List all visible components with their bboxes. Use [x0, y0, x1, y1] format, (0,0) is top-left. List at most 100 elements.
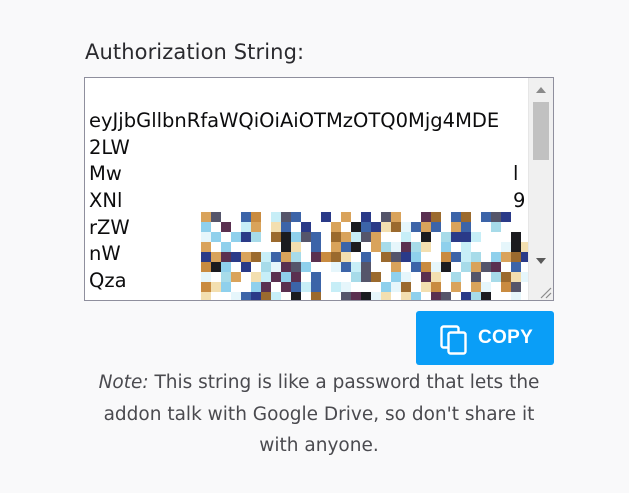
- mosaic-cell: [331, 242, 341, 252]
- mosaic-cell: [441, 242, 451, 252]
- mosaic-cell: [321, 252, 331, 262]
- mosaic-cell: [421, 292, 431, 300]
- mosaic-cell: [331, 232, 341, 242]
- copy-button-label: COPY: [478, 327, 534, 348]
- mosaic-cell: [431, 242, 441, 252]
- mosaic-cell: [501, 272, 511, 282]
- mosaic-cell: [391, 282, 401, 292]
- mosaic-cell: [511, 212, 521, 222]
- mosaic-cell: [201, 222, 211, 232]
- scroll-down-icon[interactable]: [536, 258, 546, 264]
- mosaic-cell: [241, 242, 251, 252]
- resize-grip-icon[interactable]: [538, 285, 552, 299]
- mosaic-cell: [351, 262, 361, 272]
- mosaic-cell: [271, 272, 281, 282]
- mosaic-cell: [491, 292, 501, 300]
- mosaic-cell: [281, 212, 291, 222]
- mosaic-cell: [291, 222, 301, 232]
- mosaic-cell: [361, 282, 371, 292]
- mosaic-cell: [501, 292, 511, 300]
- scroll-up-icon[interactable]: [536, 87, 546, 93]
- auth-string-line-text: nW: [89, 242, 121, 266]
- vertical-scrollbar[interactable]: [528, 78, 553, 300]
- mosaic-cell: [411, 232, 421, 242]
- mosaic-cell: [471, 262, 481, 272]
- mosaic-cell: [381, 222, 391, 232]
- mosaic-cell: [311, 232, 321, 242]
- mosaic-cell: [301, 232, 311, 242]
- mosaic-cell: [271, 242, 281, 252]
- note-text: This string is like a password that lets…: [103, 372, 540, 456]
- mosaic-cell: [201, 252, 211, 262]
- mosaic-cell: [341, 282, 351, 292]
- mosaic-cell: [281, 262, 291, 272]
- mosaic-cell: [451, 292, 461, 300]
- mosaic-cell: [491, 222, 501, 232]
- mosaic-cell: [451, 222, 461, 232]
- mosaic-cell: [461, 222, 471, 232]
- mosaic-cell: [251, 232, 261, 242]
- mosaic-cell: [421, 272, 431, 282]
- mosaic-cell: [361, 272, 371, 282]
- mosaic-cell: [241, 292, 251, 300]
- mosaic-cell: [341, 242, 351, 252]
- mosaic-cell: [251, 242, 261, 252]
- mosaic-cell: [481, 292, 491, 300]
- mosaic-cell: [471, 282, 481, 292]
- mosaic-cell: [511, 262, 521, 272]
- mosaic-cell: [431, 212, 441, 222]
- mosaic-cell: [341, 212, 351, 222]
- mosaic-cell: [261, 292, 271, 300]
- mosaic-cell: [421, 212, 431, 222]
- mosaic-cell: [281, 252, 291, 262]
- mosaic-cell: [251, 262, 261, 272]
- mosaic-cell: [351, 282, 361, 292]
- mosaic-cell: [511, 252, 521, 262]
- mosaic-cell: [381, 242, 391, 252]
- mosaic-cell: [371, 252, 381, 262]
- mosaic-cell: [231, 212, 241, 222]
- mosaic-cell: [391, 292, 401, 300]
- mosaic-cell: [411, 252, 421, 262]
- mosaic-cell: [511, 222, 521, 232]
- security-note: Note: This string is like a password tha…: [84, 367, 554, 462]
- mosaic-cell: [301, 292, 311, 300]
- mosaic-cell: [301, 282, 311, 292]
- copy-button[interactable]: COPY: [416, 311, 554, 365]
- mosaic-cell: [501, 252, 511, 262]
- mosaic-cell: [271, 282, 281, 292]
- mosaic-cell: [421, 252, 431, 262]
- mosaic-cell: [441, 232, 451, 242]
- mosaic-cell: [401, 222, 411, 232]
- mosaic-cell: [331, 222, 341, 232]
- mosaic-cell: [271, 252, 281, 262]
- mosaic-cell: [201, 242, 211, 252]
- mosaic-cell: [361, 242, 371, 252]
- mosaic-cell: [371, 222, 381, 232]
- mosaic-cell: [321, 212, 331, 222]
- mosaic-cell: [291, 292, 301, 300]
- mosaic-cell: [251, 292, 261, 300]
- mosaic-cell: [261, 262, 271, 272]
- mosaic-cell: [351, 212, 361, 222]
- mosaic-cell: [361, 292, 371, 300]
- mosaic-cell: [471, 222, 481, 232]
- mosaic-cell: [311, 212, 321, 222]
- mosaic-cell: [291, 262, 301, 272]
- mosaic-cell: [221, 242, 231, 252]
- mosaic-cell: [341, 252, 351, 262]
- mosaic-cell: [311, 222, 321, 232]
- scrollbar-thumb[interactable]: [533, 102, 549, 160]
- mosaic-cell: [491, 272, 501, 282]
- mosaic-cell: [491, 262, 501, 272]
- mosaic-cell: [451, 272, 461, 282]
- mosaic-cell: [331, 252, 341, 262]
- mosaic-cell: [511, 292, 521, 300]
- mosaic-cell: [441, 252, 451, 262]
- mosaic-cell: [411, 282, 421, 292]
- authorization-string-textarea[interactable]: eyJjbGllbnRfaWQiOiAiOTMzOTQ0Mjg4MDE 2LW Mw…: [84, 77, 554, 301]
- mosaic-cell: [321, 282, 331, 292]
- mosaic-cell: [481, 272, 491, 282]
- mosaic-cell: [331, 282, 341, 292]
- mosaic-cell: [501, 282, 511, 292]
